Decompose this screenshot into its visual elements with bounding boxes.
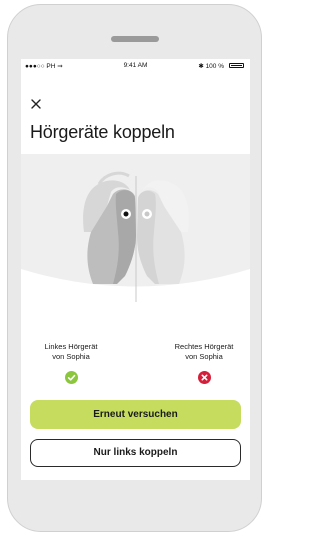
battery-percent: ✱ 100 % xyxy=(198,63,224,70)
pair-left-only-button[interactable]: Nur links koppeln xyxy=(30,439,241,467)
status-bar: ●●●○○ PH ⇒ 9:41 AM ✱ 100 % xyxy=(21,59,250,73)
phone-frame: ●●●○○ PH ⇒ 9:41 AM ✱ 100 % Hörgeräte kop… xyxy=(7,4,262,532)
page-title: Hörgeräte koppeln xyxy=(30,122,175,142)
close-icon[interactable] xyxy=(29,97,43,111)
right-device-owner: von Sophia xyxy=(185,351,223,361)
x-icon xyxy=(198,371,211,384)
left-device-name: Linkes Hörgerät xyxy=(44,342,98,351)
app-screen: ●●●○○ PH ⇒ 9:41 AM ✱ 100 % Hörgeräte kop… xyxy=(21,59,250,480)
hearing-aids-illustration xyxy=(21,154,250,302)
battery-icon xyxy=(229,63,244,68)
right-device-name: Rechtes Hörgerät xyxy=(174,342,234,351)
phone-speaker xyxy=(111,36,159,42)
check-icon xyxy=(65,371,78,384)
right-device-label: Rechtes Hörgerät von Sophia xyxy=(154,342,250,361)
retry-button[interactable]: Erneut versuchen xyxy=(30,400,241,429)
left-device-label: Linkes Hörgerät von Sophia xyxy=(21,342,121,361)
left-device-owner: von Sophia xyxy=(52,351,90,361)
